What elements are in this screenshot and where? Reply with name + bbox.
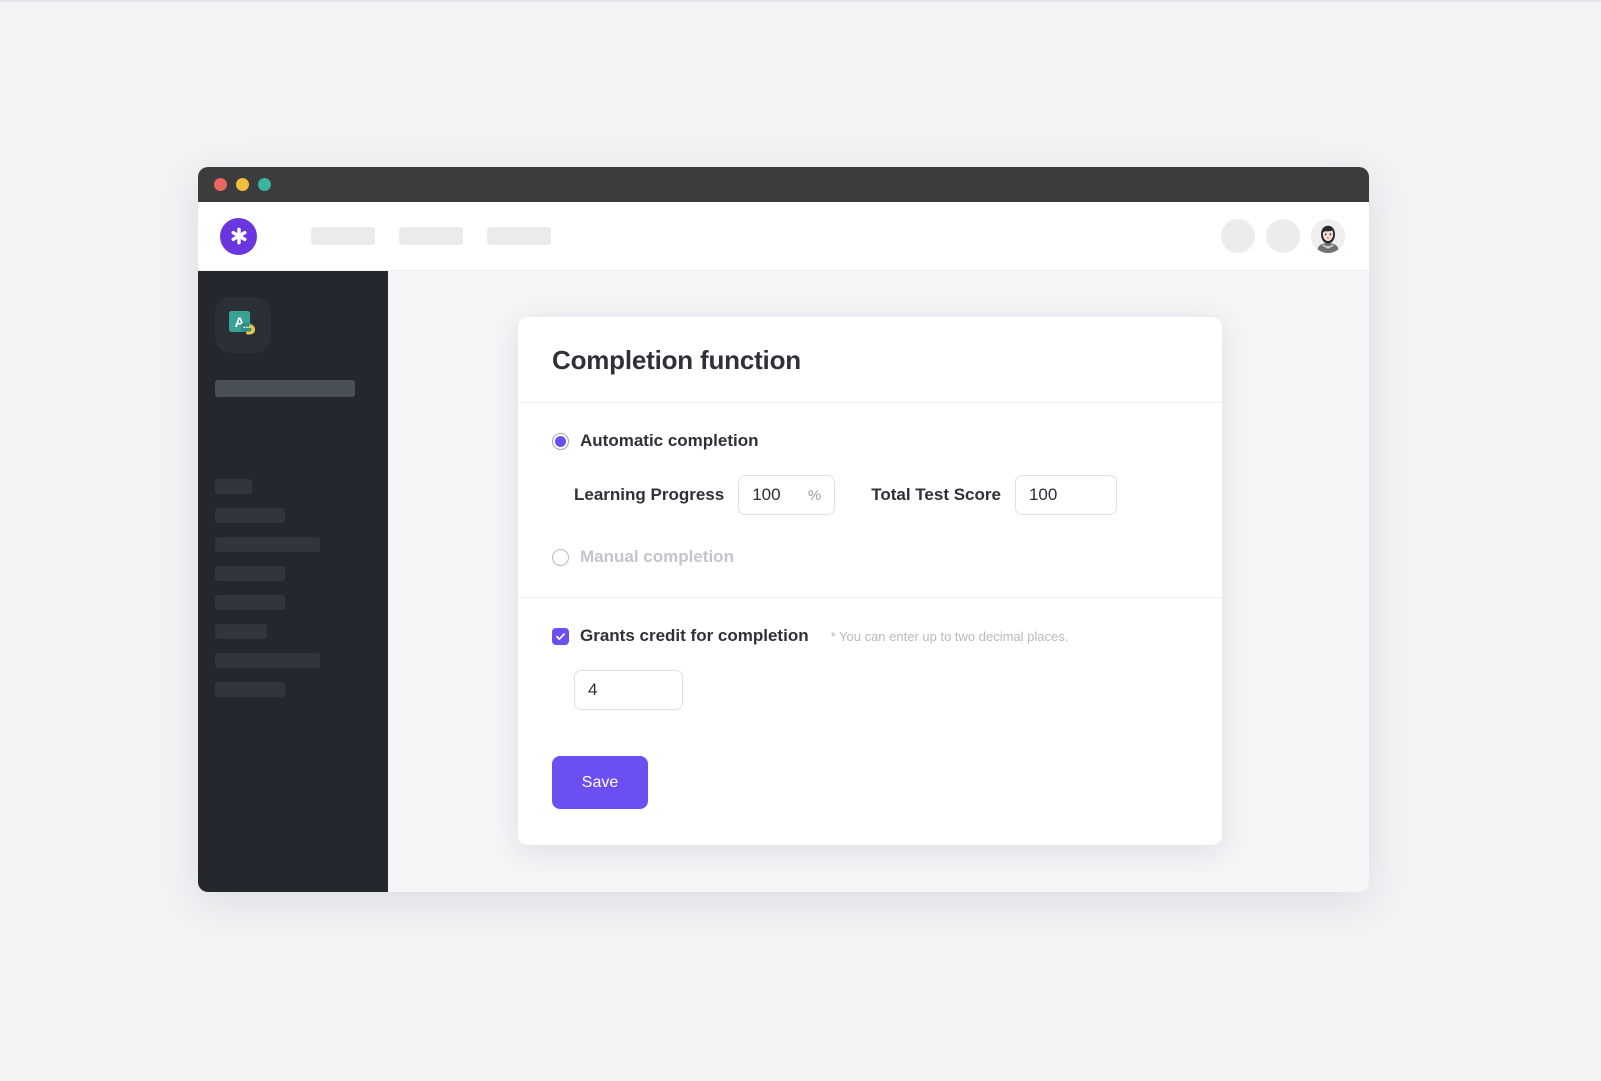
- sidebar-skeleton-8[interactable]: [215, 682, 285, 697]
- completion-mode-section: Automatic completion Learning Progress 1…: [518, 403, 1222, 598]
- radio-automatic-completion-icon[interactable]: [552, 432, 569, 450]
- grants-credit-label: Grants credit for completion: [580, 626, 809, 645]
- sidebar-skeleton-1[interactable]: [215, 479, 252, 494]
- total-test-score-value: 100: [1028, 485, 1058, 504]
- radio-manual-completion[interactable]: Manual completion: [552, 547, 1188, 567]
- page-top-rule: [0, 0, 1601, 2]
- icon-placeholder-1[interactable]: [1221, 219, 1255, 253]
- learning-progress-value: 100: [752, 485, 781, 504]
- nav-placeholder-3[interactable]: [487, 227, 551, 245]
- browser-titlebar: [198, 167, 1369, 202]
- main-content: Completion function Automatic completion…: [388, 271, 1369, 892]
- nav-placeholder-1[interactable]: [311, 227, 375, 245]
- brand-logo-icon[interactable]: [220, 217, 257, 255]
- sidebar-skeleton-5[interactable]: [215, 595, 285, 610]
- nav-placeholder-group: [311, 227, 551, 245]
- sidebar: A: [198, 271, 388, 892]
- traffic-light-minimize-icon[interactable]: [236, 178, 249, 191]
- icon-placeholder-2[interactable]: [1266, 219, 1300, 253]
- total-test-score-input[interactable]: 100: [1014, 475, 1117, 515]
- header-actions: [1221, 219, 1345, 253]
- radio-automatic-completion[interactable]: Automatic completion: [552, 431, 1188, 451]
- sidebar-skeleton-list: [215, 479, 388, 697]
- sidebar-skeleton-4[interactable]: [215, 566, 285, 581]
- sidebar-title-placeholder: [215, 380, 355, 397]
- sidebar-skeleton-3[interactable]: [215, 537, 320, 552]
- traffic-light-close-icon[interactable]: [214, 178, 227, 191]
- page-title: Completion function: [552, 345, 801, 375]
- sidebar-skeleton-2[interactable]: [215, 508, 285, 523]
- app-header: [198, 202, 1369, 271]
- radio-automatic-completion-label: Automatic completion: [580, 431, 759, 450]
- automatic-completion-fields: Learning Progress 100 % Total Test Score…: [574, 475, 1188, 515]
- sidebar-skeleton-6[interactable]: [215, 624, 267, 639]
- grants-credit-checkbox[interactable]: [552, 627, 569, 645]
- learning-progress-label: Learning Progress: [574, 485, 725, 504]
- credit-value: 4: [588, 680, 598, 699]
- grants-credit-hint: * You can enter up to two decimal places…: [830, 628, 1069, 644]
- radio-manual-completion-label: Manual completion: [580, 547, 734, 566]
- percent-unit-label: %: [807, 486, 822, 504]
- total-test-score-label: Total Test Score: [871, 485, 1001, 504]
- credit-value-input[interactable]: 4: [574, 670, 683, 710]
- card-header: Completion function: [518, 317, 1222, 403]
- grants-credit-row[interactable]: Grants credit for completion * You can e…: [552, 626, 1188, 646]
- grants-credit-section: Grants credit for completion * You can e…: [518, 598, 1222, 845]
- radio-manual-completion-icon[interactable]: [552, 548, 569, 566]
- learning-progress-input[interactable]: 100 %: [738, 475, 836, 515]
- language-translate-icon[interactable]: A: [215, 297, 271, 353]
- browser-window: A Completion function Automatic completi…: [198, 167, 1369, 892]
- save-button[interactable]: Save: [552, 756, 648, 809]
- user-avatar[interactable]: [1311, 219, 1345, 253]
- nav-placeholder-2[interactable]: [399, 227, 463, 245]
- completion-function-card: Completion function Automatic completion…: [518, 317, 1222, 845]
- sidebar-skeleton-7[interactable]: [215, 653, 320, 668]
- traffic-light-maximize-icon[interactable]: [258, 178, 271, 191]
- app-body: A Completion function Automatic completi…: [198, 271, 1369, 892]
